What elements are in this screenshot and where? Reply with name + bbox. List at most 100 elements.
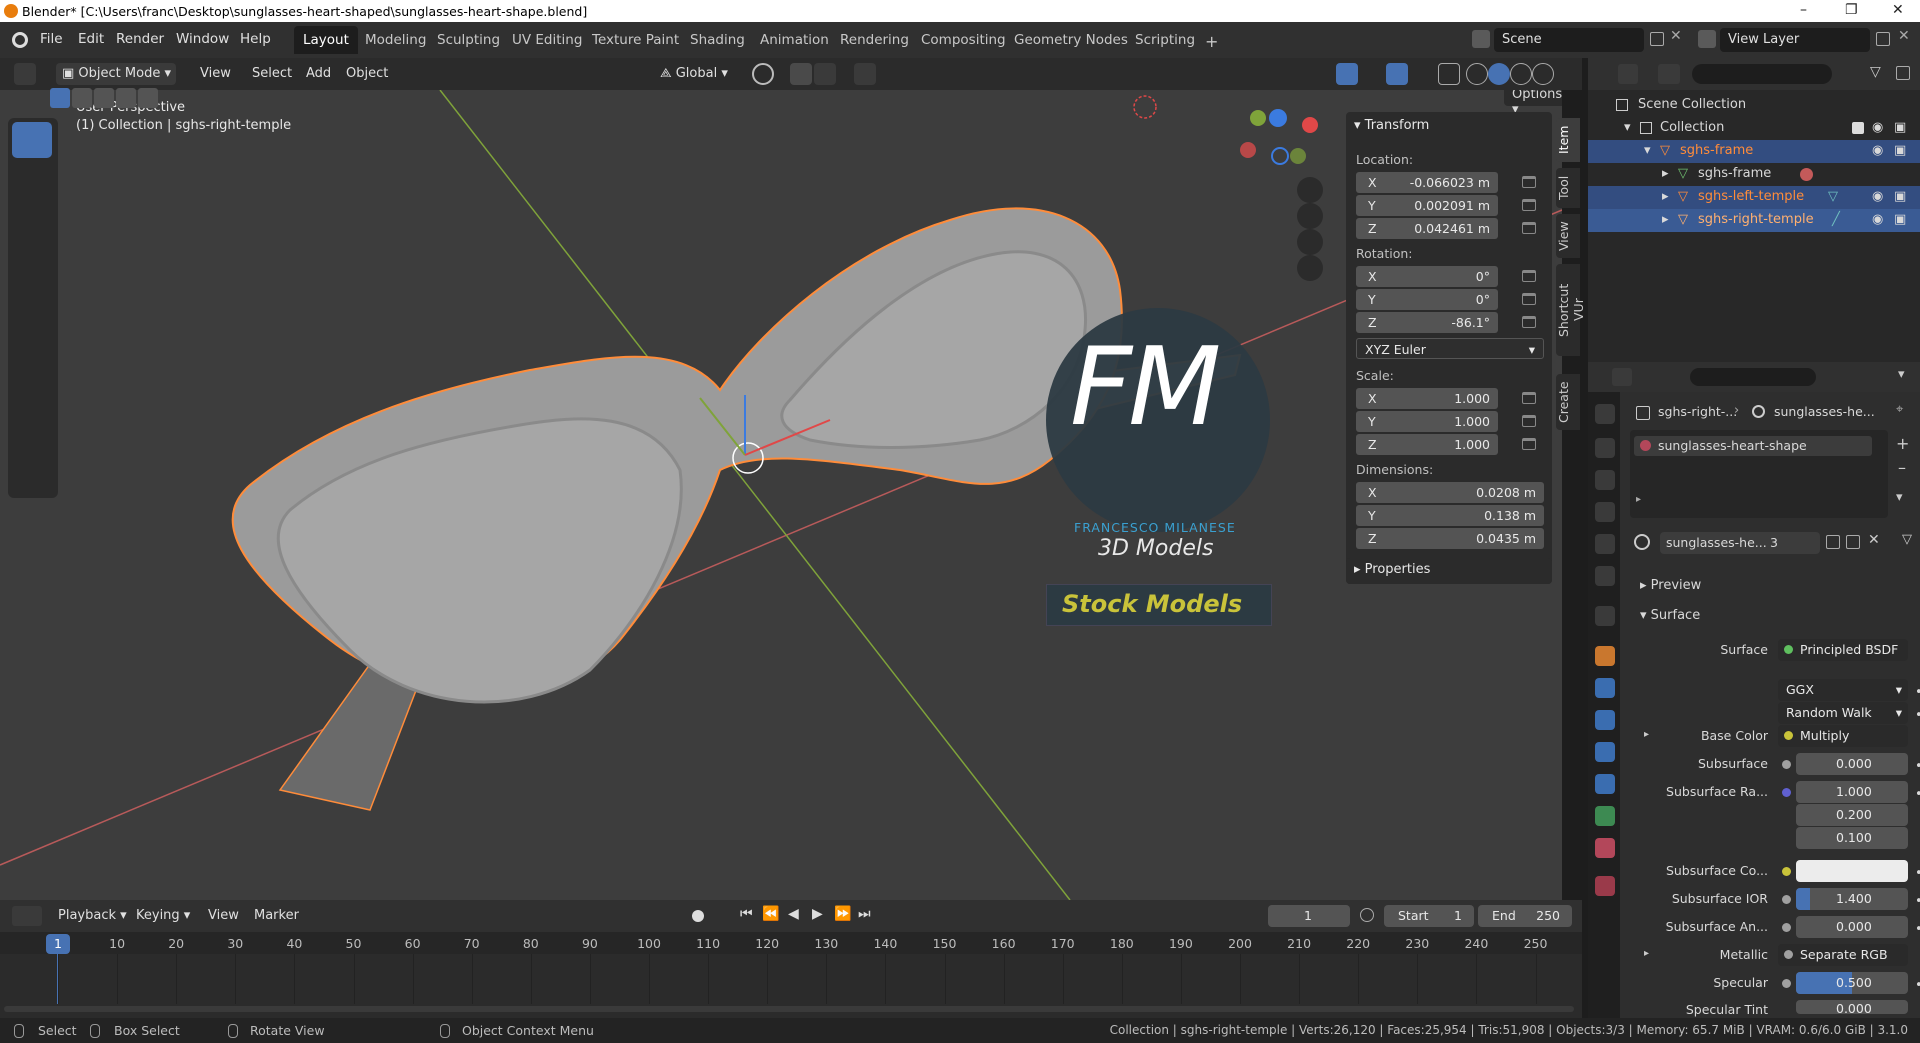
- include-checkbox[interactable]: [1852, 122, 1864, 134]
- expand-icon[interactable]: ▸: [1662, 189, 1669, 204]
- view-layer-selector[interactable]: View Layer: [1720, 28, 1870, 52]
- outliner-search-input[interactable]: [1692, 64, 1832, 84]
- rendered-shading-icon[interactable]: [1532, 63, 1554, 85]
- menu-view[interactable]: View: [194, 63, 237, 85]
- duplicate-material-icon[interactable]: [1846, 535, 1860, 549]
- start-frame-field[interactable]: Start 1: [1384, 905, 1474, 927]
- end-frame-field[interactable]: End 250: [1478, 905, 1572, 927]
- properties-panel-header[interactable]: ▸ Properties: [1346, 558, 1552, 584]
- lock-icon[interactable]: [1522, 316, 1536, 328]
- display-mode-icon[interactable]: [1658, 64, 1680, 84]
- nav-gizmo-neg-y[interactable]: [1290, 148, 1306, 164]
- material-tab-icon[interactable]: [1595, 838, 1615, 858]
- delete-scene-icon[interactable]: ✕: [1670, 28, 1682, 44]
- subsurface-anisotropy-field[interactable]: 0.000: [1796, 916, 1908, 938]
- snap-icon[interactable]: [790, 63, 812, 85]
- subsurface-radius-x-field[interactable]: 1.000: [1796, 781, 1908, 803]
- particles-tab-icon[interactable]: [1595, 710, 1615, 730]
- options-chevron-icon[interactable]: ▾: [1898, 367, 1905, 382]
- render-tab-icon[interactable]: [1595, 438, 1615, 458]
- transform-orientation-dropdown[interactable]: ⟁ Global ▾: [654, 63, 744, 85]
- world-tab-icon[interactable]: [1595, 566, 1615, 586]
- physics-tab-icon[interactable]: [1595, 742, 1615, 762]
- cursor-tool-icon[interactable]: [12, 162, 52, 198]
- nav-gizmo-x[interactable]: [1302, 117, 1318, 133]
- distribution-dropdown[interactable]: GGX ▾: [1778, 679, 1908, 701]
- snap-target-icon[interactable]: [814, 63, 836, 85]
- annotate-tool-icon[interactable]: [12, 368, 52, 404]
- camera-icon[interactable]: ▣: [1894, 189, 1906, 204]
- wireframe-shading-icon[interactable]: [1466, 63, 1488, 85]
- tab-compositing[interactable]: Compositing: [912, 26, 1015, 54]
- keyframe-dot[interactable]: •: [1915, 894, 1920, 909]
- tab-scripting[interactable]: Scripting: [1126, 26, 1204, 54]
- menu-render[interactable]: Render: [116, 31, 164, 47]
- nav-gizmo-z[interactable]: [1269, 109, 1287, 127]
- menu-timeline-view[interactable]: View: [202, 905, 245, 927]
- scale-y-field[interactable]: Y 1.000: [1356, 411, 1498, 432]
- solid-shading-icon[interactable]: [1488, 63, 1510, 85]
- select-box-tool-icon[interactable]: [12, 122, 52, 158]
- options-dropdown[interactable]: Options ▾: [1504, 90, 1562, 117]
- subsurface-radius-y-field[interactable]: 0.200: [1796, 804, 1908, 826]
- material-shading-icon[interactable]: [1510, 63, 1532, 85]
- texture-tab-icon[interactable]: [1595, 876, 1615, 896]
- keyframe-dot[interactable]: •: [1915, 787, 1920, 802]
- expand-icon[interactable]: ▸: [1662, 166, 1669, 181]
- menu-keying[interactable]: Keying ▾: [130, 905, 196, 927]
- eye-icon[interactable]: ◉: [1872, 120, 1883, 135]
- tab-animation[interactable]: Animation: [751, 26, 838, 54]
- tab-shortcut-vur[interactable]: Shortcut VUr: [1556, 264, 1586, 356]
- nav-gizmo-neg-x[interactable]: [1240, 142, 1256, 158]
- jump-start-icon[interactable]: ⏮: [740, 906, 753, 922]
- outliner-row-sghs-left-temple[interactable]: ▸ ▽ sghs-left-temple ▽ ◉ ▣: [1588, 186, 1920, 209]
- tab-tool[interactable]: Tool: [1556, 168, 1580, 208]
- tab-item[interactable]: Item: [1556, 118, 1580, 162]
- subsurface-ior-field[interactable]: 1.400: [1796, 888, 1908, 910]
- pan-icon[interactable]: [1297, 203, 1323, 229]
- expand-icon[interactable]: ▸: [1644, 729, 1649, 740]
- expand-icon[interactable]: ▸: [1662, 212, 1669, 227]
- menu-marker[interactable]: Marker: [248, 905, 305, 927]
- view-layer-icon[interactable]: [1698, 30, 1716, 48]
- menu-add[interactable]: Add: [300, 63, 337, 85]
- lock-icon[interactable]: [1522, 415, 1536, 427]
- lock-icon[interactable]: [1522, 222, 1536, 234]
- play-reverse-icon[interactable]: ◀: [788, 906, 799, 922]
- object-mode-dropdown[interactable]: ▣ Object Mode ▾: [56, 63, 176, 85]
- select-new-icon[interactable]: [50, 88, 70, 108]
- gizmo-icon[interactable]: [1336, 63, 1358, 85]
- constraints-tab-icon[interactable]: [1595, 774, 1615, 794]
- tab-rendering[interactable]: Rendering: [831, 26, 918, 54]
- menu-edit[interactable]: Edit: [78, 31, 104, 47]
- scene-icon[interactable]: [1472, 30, 1490, 48]
- subsurface-radius-z-field[interactable]: 0.100: [1796, 827, 1908, 849]
- properties-editor-icon[interactable]: [1612, 368, 1632, 386]
- xray-icon[interactable]: [1438, 63, 1460, 85]
- scene-selector[interactable]: Scene: [1494, 28, 1644, 52]
- unlink-material-icon[interactable]: ✕: [1868, 532, 1880, 548]
- minimize-icon[interactable]: –: [1800, 2, 1807, 18]
- zoom-icon[interactable]: [1297, 177, 1323, 203]
- maximize-icon[interactable]: ❐: [1845, 2, 1858, 18]
- outliner-editor-icon[interactable]: [1618, 64, 1638, 84]
- menu-file[interactable]: File: [40, 31, 63, 47]
- collection-tab-icon[interactable]: [1595, 606, 1615, 626]
- surface-shader-field[interactable]: Principled BSDF: [1778, 639, 1908, 661]
- keyframe-dot[interactable]: •: [1915, 866, 1920, 881]
- lock-icon[interactable]: [1522, 438, 1536, 450]
- outliner-row-scene-collection[interactable]: Scene Collection: [1588, 94, 1920, 117]
- lock-icon[interactable]: [1522, 176, 1536, 188]
- jump-keyframe-forward-icon[interactable]: ⏩: [834, 906, 851, 922]
- tab-shading[interactable]: Shading: [681, 26, 754, 54]
- menu-help[interactable]: Help: [240, 31, 271, 47]
- subsurface-color-swatch[interactable]: [1796, 860, 1908, 882]
- material-name-field[interactable]: sunglasses-he... 3: [1660, 532, 1820, 554]
- tab-modeling[interactable]: Modeling: [356, 26, 435, 54]
- select-intersect-icon[interactable]: [138, 88, 158, 108]
- rotation-y-field[interactable]: Y 0°: [1356, 289, 1498, 310]
- nav-gizmo-neg-z[interactable]: [1271, 147, 1289, 165]
- preview-range-icon[interactable]: [1360, 908, 1374, 922]
- surface-section[interactable]: ▾ Surface: [1640, 608, 1700, 623]
- outliner-row-sghs-right-temple[interactable]: ▸ ▽ sghs-right-temple ╱ ◉ ▣: [1588, 209, 1920, 232]
